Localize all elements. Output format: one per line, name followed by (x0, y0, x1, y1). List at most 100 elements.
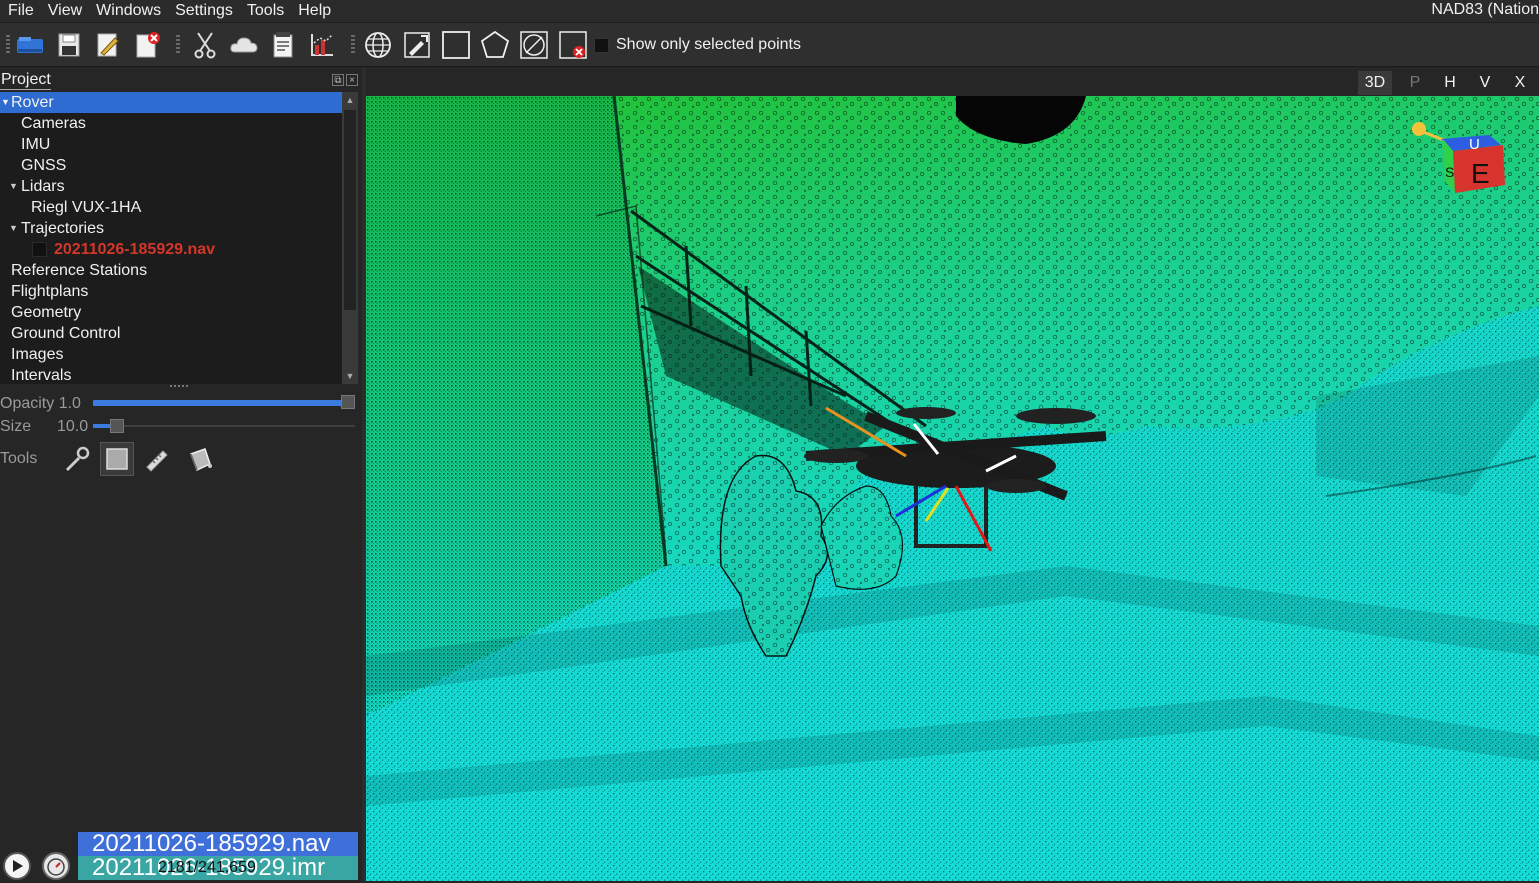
wrench-icon[interactable] (60, 442, 94, 476)
tab-p[interactable]: P (1398, 71, 1432, 95)
tab-x[interactable]: X (1503, 71, 1537, 95)
collapse-arrow-icon[interactable]: ▼ (9, 218, 18, 239)
point-counter: 2181/241,659 (158, 859, 256, 876)
polygon-select-icon[interactable] (479, 29, 511, 61)
size-value: 10.0 (57, 418, 89, 435)
tree-item-geometry[interactable]: Geometry (0, 302, 342, 323)
opacity-slider-track[interactable] (93, 400, 355, 406)
tree-item-label: Reference Stations (11, 262, 148, 279)
tools-label: Tools (0, 450, 38, 467)
tree-item-reference-stations[interactable]: Reference Stations (0, 260, 342, 281)
tree-item-label: Riegl VUX-1HA (31, 199, 142, 216)
nav-cube-front-label: E (1471, 158, 1490, 189)
toolbar: Show only selected points (0, 22, 1539, 67)
collapse-arrow-icon[interactable]: ▼ (1, 92, 10, 113)
nav-cube-side-label: S (1445, 164, 1454, 180)
bucket-icon[interactable] (183, 442, 217, 476)
collapse-arrow-icon[interactable]: ▼ (9, 176, 18, 197)
tree-item-label: Lidars (21, 178, 65, 195)
tab-v[interactable]: V (1468, 71, 1502, 95)
edit-project-icon[interactable] (92, 29, 124, 61)
checkbox-box[interactable] (594, 37, 609, 53)
tab-3d[interactable]: 3D (1358, 71, 1392, 95)
opacity-label-text: Opacity (0, 395, 55, 412)
tree-item-label: Geometry (11, 304, 82, 321)
tree-item-label: Images (11, 346, 64, 363)
report-icon[interactable] (267, 29, 299, 61)
tree-item-cameras[interactable]: Cameras (0, 113, 342, 134)
3d-viewport[interactable]: U S E (366, 96, 1539, 881)
tree-item-label: Cameras (21, 115, 86, 132)
opacity-label: Opacity 1.0 (0, 395, 81, 413)
save-icon[interactable] (53, 29, 85, 61)
project-panel: Project ⧉ × ▼ Rover Cameras IMU GNSS ▼ L… (0, 68, 362, 881)
size-slider-track[interactable] (93, 425, 355, 427)
tree-item-label: Rover (11, 94, 54, 111)
toolbar-grip[interactable] (351, 35, 355, 55)
tab-h[interactable]: H (1433, 71, 1467, 95)
tree-item-ground-control[interactable]: Ground Control (0, 323, 342, 344)
tree-item-intervals[interactable]: Intervals (0, 365, 342, 384)
clear-selection-icon[interactable] (557, 29, 589, 61)
menu-windows[interactable]: Windows (89, 1, 168, 21)
tree-item-lidar-model[interactable]: Riegl VUX-1HA (0, 197, 342, 218)
tree-item-trajectory-file[interactable]: 20211026-185929.nav (0, 239, 342, 260)
menu-tools[interactable]: Tools (240, 1, 291, 21)
show-selected-label: Show only selected points (616, 36, 801, 53)
point-cloud-render: U S E (366, 96, 1539, 881)
select-box-icon[interactable] (100, 442, 134, 476)
tree-item-rover[interactable]: ▼ Rover (0, 92, 342, 113)
file-entry-imr[interactable]: 20211026-185929.imr 2181/241,659 (78, 856, 358, 880)
scroll-down-icon[interactable]: ▼ (342, 368, 358, 384)
tree-scrollbar[interactable]: ▲ ▼ (342, 92, 358, 384)
float-panel-icon[interactable]: ⧉ (332, 74, 344, 86)
tree-item-flightplans[interactable]: Flightplans (0, 281, 342, 302)
chart-icon[interactable] (306, 29, 338, 61)
scrollbar-thumb[interactable] (344, 110, 356, 310)
file-list: 20211026-185929.nav 20211026-185929.imr … (78, 832, 358, 881)
point-cloud-icon[interactable] (228, 29, 260, 61)
menu-view[interactable]: View (41, 1, 89, 21)
globe-icon[interactable] (362, 29, 394, 61)
close-panel-icon[interactable]: × (346, 74, 358, 86)
show-selected-checkbox[interactable]: Show only selected points (594, 36, 801, 54)
tree-item-images[interactable]: Images (0, 344, 342, 365)
tree-item-label: Intervals (11, 367, 72, 384)
menu-file[interactable]: File (0, 1, 41, 21)
panel-splitter[interactable] (170, 385, 188, 389)
stopwatch-icon[interactable] (42, 852, 70, 880)
tree-item-label: GNSS (21, 157, 67, 174)
size-slider-handle[interactable] (110, 419, 124, 433)
close-project-icon[interactable] (131, 29, 163, 61)
opacity-value: 1.0 (58, 395, 81, 412)
crs-label[interactable]: NAD83 (Nation (1425, 0, 1539, 20)
tree-item-lidars[interactable]: ▼ Lidars (0, 176, 342, 197)
tree-item-imu[interactable]: IMU (0, 134, 342, 155)
deselect-icon[interactable] (518, 29, 550, 61)
tree-item-trajectories[interactable]: ▼ Trajectories (0, 218, 342, 239)
tree-item-label: Trajectories (21, 220, 104, 237)
tree-item-gnss[interactable]: GNSS (0, 155, 342, 176)
nav-cube-top-label: U (1469, 136, 1480, 153)
file-entry-nav[interactable]: 20211026-185929.nav (78, 832, 358, 856)
cut-icon[interactable] (189, 29, 221, 61)
menu-settings[interactable]: Settings (168, 1, 240, 21)
size-label: Size (0, 418, 32, 435)
scroll-up-icon[interactable]: ▲ (342, 92, 358, 108)
opacity-slider-handle[interactable] (341, 395, 355, 409)
menu-help[interactable]: Help (291, 1, 338, 21)
tree-item-label: IMU (21, 136, 51, 153)
menu-bar: File View Windows Settings Tools Help NA… (0, 0, 1539, 22)
toolbar-grip[interactable] (176, 35, 180, 55)
toolbar-grip[interactable] (6, 35, 10, 55)
pick-point-icon[interactable] (401, 29, 433, 61)
open-project-icon[interactable] (14, 29, 46, 61)
size-slider-fill (93, 424, 111, 428)
ruler-icon[interactable] (140, 442, 174, 476)
tree-item-label: Flightplans (11, 283, 89, 300)
rectangle-select-icon[interactable] (440, 29, 472, 61)
play-icon[interactable] (3, 852, 31, 880)
tree-item-label: 20211026-185929.nav (54, 241, 216, 258)
trajectory-visibility-checkbox[interactable] (32, 242, 47, 257)
tree-item-label: Ground Control (11, 325, 121, 342)
